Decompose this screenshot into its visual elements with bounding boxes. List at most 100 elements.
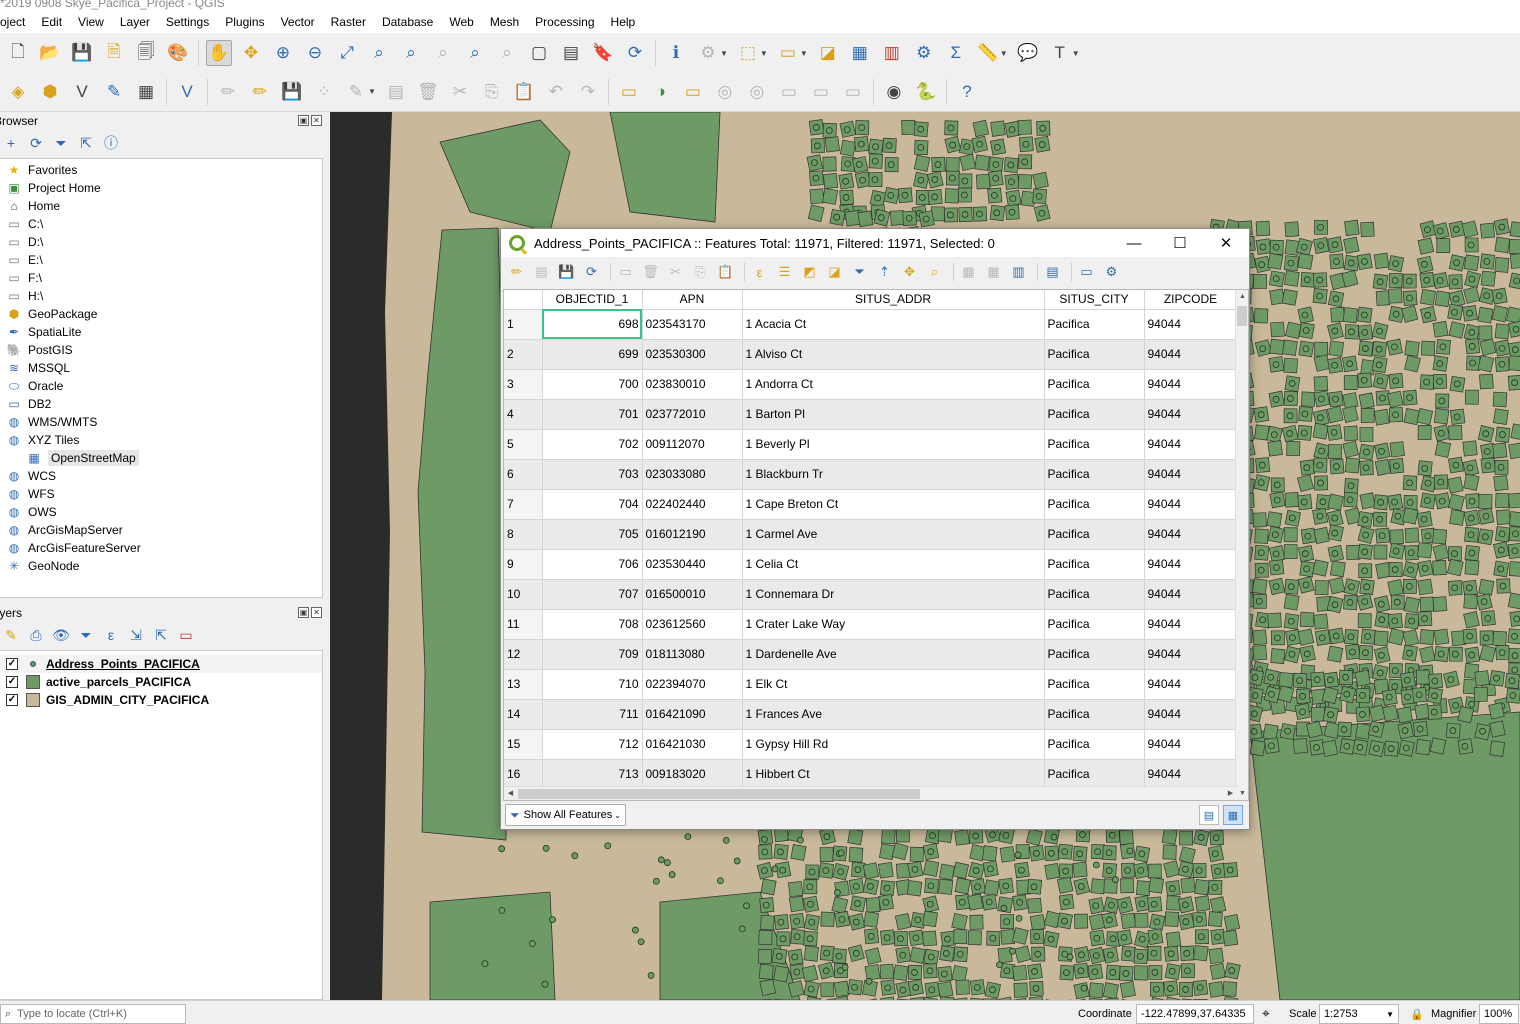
help-icon[interactable]: ?: [954, 79, 980, 105]
browser-item[interactable]: ✳ GeoNode: [0, 557, 322, 575]
browser-item[interactable]: 🐘 PostGIS: [0, 341, 322, 359]
table-row[interactable]: 13 710 022394070 1 Elk Ct Pacifica 94044: [504, 669, 1238, 700]
minimize-icon[interactable]: —: [1111, 229, 1157, 257]
layer-visibility-checkbox[interactable]: ✓: [6, 694, 18, 706]
cell-situs-addr[interactable]: 1 Carmel Ave: [742, 519, 1045, 550]
scroll-right-icon[interactable]: ▶: [1224, 787, 1237, 800]
paste-icon[interactable]: 📋: [715, 262, 736, 283]
browser-item[interactable]: ⬭ Oracle: [0, 377, 322, 395]
cell-objectid[interactable]: 707: [542, 579, 643, 610]
cell-apn[interactable]: 022394070: [642, 669, 743, 700]
cut-features-icon[interactable]: ✂: [447, 79, 473, 105]
table-row[interactable]: 16 713 009183020 1 Hibbert Ct Pacifica 94044: [504, 759, 1238, 790]
toggle-editing-icon[interactable]: ✏: [506, 262, 527, 283]
cell-objectid[interactable]: 703: [542, 459, 643, 490]
cell-situs-addr[interactable]: 1 Crater Lake Way: [742, 609, 1045, 640]
browser-item[interactable]: ≋ MSSQL: [0, 359, 322, 377]
cell-apn[interactable]: 023772010: [642, 399, 743, 430]
show-all-features-button[interactable]: ⏷ Show All Features ⌄: [505, 804, 626, 826]
column-header-situs_addr[interactable]: SITUS_ADDR: [742, 290, 1045, 310]
add-point-icon[interactable]: ⁘: [311, 79, 337, 105]
cell-apn[interactable]: 009183020: [642, 759, 743, 790]
cell-situs-addr[interactable]: 1 Celia Ct: [742, 549, 1045, 580]
cell-situs-addr[interactable]: 1 Hibbert Ct: [742, 759, 1045, 790]
zoom-to-selected-icon[interactable]: ⌕: [924, 262, 945, 283]
column-header-zipcode[interactable]: ZIPCODE: [1144, 290, 1238, 310]
action-icon[interactable]: ⚙: [695, 40, 721, 66]
scroll-left-icon[interactable]: ◀: [504, 787, 517, 800]
multi-edit-icon[interactable]: ▤: [531, 262, 552, 283]
reload-table-icon[interactable]: ⟳: [581, 262, 602, 283]
table-row[interactable]: 11 708 023612560 1 Crater Lake Way Pacifica 9…: [504, 609, 1238, 640]
table-row[interactable]: 2 699 023530300 1 Alviso Ct Pacifica 94044: [504, 339, 1238, 370]
row-header[interactable]: 5: [504, 429, 543, 460]
browser-item[interactable]: ▭ DB2: [0, 395, 322, 413]
chevron-down-icon[interactable]: ▼: [800, 49, 808, 58]
menu-edit[interactable]: Edit: [41, 15, 62, 29]
select-features-icon[interactable]: ⬚: [735, 40, 761, 66]
vertex-tool-icon[interactable]: ✎: [343, 79, 369, 105]
style-manager-icon[interactable]: 🎨: [165, 40, 191, 66]
add-feature-icon[interactable]: ▭: [615, 262, 636, 283]
vertical-scrollbar[interactable]: ▲ ▼: [1235, 290, 1248, 800]
chevron-down-icon[interactable]: ▼: [1072, 49, 1080, 58]
cell-zipcode[interactable]: 94044: [1144, 639, 1238, 670]
save-edits-icon[interactable]: 💾: [279, 79, 305, 105]
menu-plugins[interactable]: Plugins: [225, 15, 264, 29]
form-view-icon[interactable]: ▤: [1199, 805, 1219, 825]
filter-legend-icon[interactable]: ⏷: [75, 624, 97, 646]
cell-objectid[interactable]: 712: [542, 729, 643, 760]
table-row[interactable]: 3 700 023830010 1 Andorra Ct Pacifica 94044: [504, 369, 1238, 400]
maximize-icon[interactable]: ☐: [1157, 229, 1203, 257]
cell-zipcode[interactable]: 94044: [1144, 519, 1238, 550]
zoom-next-icon[interactable]: ⌕: [494, 40, 520, 66]
browser-item[interactable]: ⬢ GeoPackage: [0, 305, 322, 323]
temporal-controller-icon[interactable]: ▤: [558, 40, 584, 66]
refresh-icon[interactable]: ⟳: [622, 40, 648, 66]
add-vector-layer-icon[interactable]: V: [69, 79, 95, 105]
coordinate-field[interactable]: -122.47899,37.64335: [1136, 1004, 1254, 1024]
cell-situs-city[interactable]: Pacifica: [1044, 579, 1145, 610]
field-calculator-icon[interactable]: Σ: [943, 40, 969, 66]
zoom-to-selection-icon[interactable]: ⌕: [366, 40, 392, 66]
style-panel-icon[interactable]: ✎: [0, 624, 22, 646]
extents-toggle-icon[interactable]: ⌖: [1262, 1005, 1270, 1022]
expand-all-icon[interactable]: ⇲: [125, 624, 147, 646]
cell-objectid[interactable]: 708: [542, 609, 643, 640]
browser-item[interactable]: ▭ E:\: [0, 251, 322, 269]
current-edits-icon[interactable]: ✏: [215, 79, 241, 105]
bookmarks-icon[interactable]: 🔖: [590, 40, 616, 66]
zoom-full-icon[interactable]: ⤢: [334, 40, 360, 66]
menu-view[interactable]: View: [78, 15, 104, 29]
new-geopackage-icon[interactable]: ⬢: [37, 79, 63, 105]
cell-zipcode[interactable]: 94044: [1144, 609, 1238, 640]
undo-icon[interactable]: ↶: [543, 79, 569, 105]
chevron-down-icon[interactable]: ▼: [760, 49, 768, 58]
cell-objectid[interactable]: 710: [542, 669, 643, 700]
browser-item[interactable]: ◍ OWS: [0, 503, 322, 521]
pan-to-selected-icon[interactable]: ✥: [899, 262, 920, 283]
map-tips-icon[interactable]: 💬: [1015, 40, 1041, 66]
close-panel-icon[interactable]: ✕: [311, 607, 322, 618]
cell-apn[interactable]: 023612560: [642, 609, 743, 640]
select-all-icon[interactable]: ☰: [774, 262, 795, 283]
table-row[interactable]: 10 707 016500010 1 Connemara Dr Pacifica 9404…: [504, 579, 1238, 610]
collapse-all-icon[interactable]: ⇱: [75, 132, 97, 154]
cell-situs-addr[interactable]: 1 Acacia Ct: [742, 309, 1045, 340]
browser-item[interactable]: ◍ WCS: [0, 467, 322, 485]
cell-apn[interactable]: 023033080: [642, 459, 743, 490]
menu-database[interactable]: Database: [382, 15, 433, 29]
browser-item[interactable]: ▦ OpenStreetMap: [0, 449, 322, 467]
row-header[interactable]: 16: [504, 759, 543, 790]
move-selection-top-icon[interactable]: ⇡: [874, 262, 895, 283]
browser-item[interactable]: ◍ WFS: [0, 485, 322, 503]
scrollbar-thumb[interactable]: [1237, 306, 1247, 326]
cell-situs-city[interactable]: Pacifica: [1044, 369, 1145, 400]
cell-objectid[interactable]: 713: [542, 759, 643, 790]
delete-field-icon[interactable]: ▦: [983, 262, 1004, 283]
toolbox-icon[interactable]: ⚙: [911, 40, 937, 66]
row-header[interactable]: 1: [504, 309, 543, 340]
cell-apn[interactable]: 023543170: [642, 309, 743, 340]
float-panel-icon[interactable]: ▣: [298, 607, 309, 618]
python-console-icon[interactable]: 🐍: [913, 79, 939, 105]
